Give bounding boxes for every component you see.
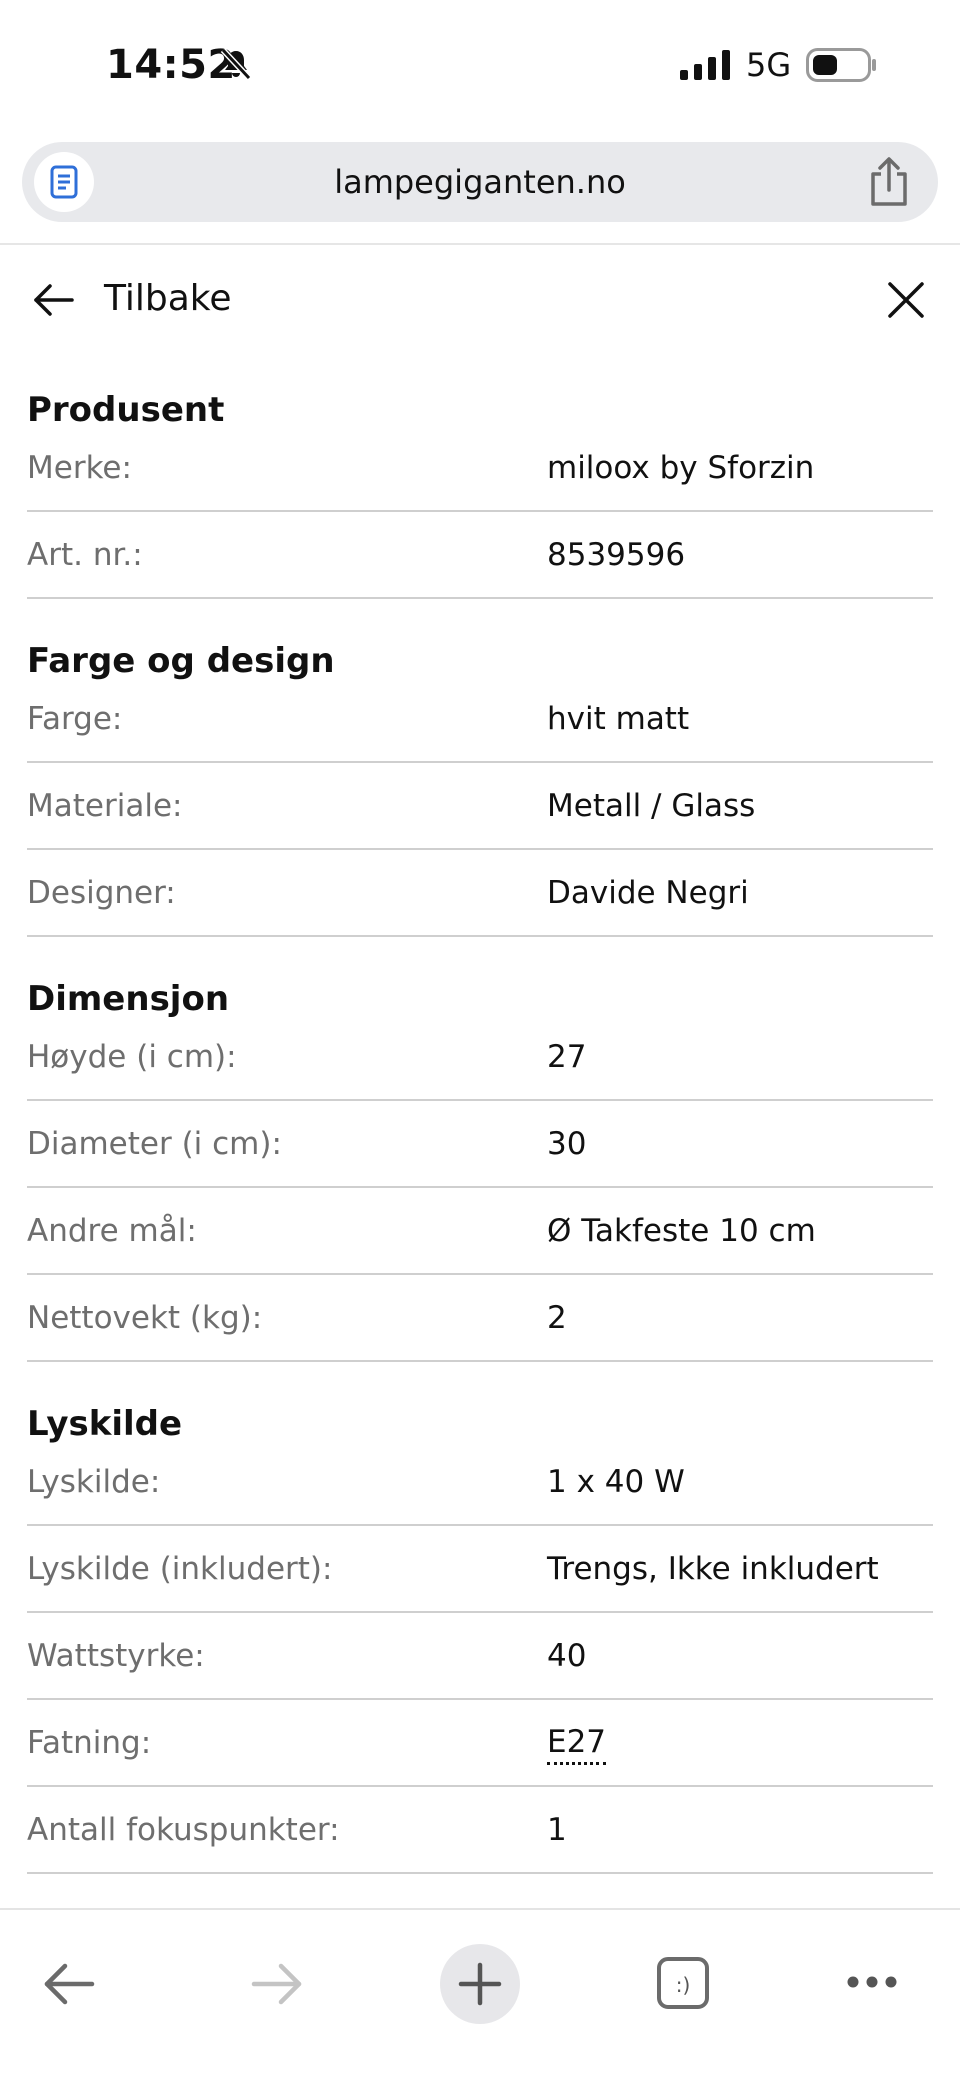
- share-icon[interactable]: [864, 156, 914, 208]
- tabs-icon[interactable]: :): [656, 1956, 710, 2010]
- close-icon[interactable]: [886, 280, 926, 320]
- spec-value: Ø Takfeste 10 cm: [547, 1213, 816, 1249]
- spec-value: 2: [547, 1300, 567, 1336]
- network-label: 5G: [746, 46, 792, 84]
- spec-label: Fatning:: [27, 1725, 152, 1761]
- spec-label: Diameter (i cm):: [27, 1126, 282, 1162]
- spec-label: Antall fokuspunkter:: [27, 1812, 340, 1848]
- spec-label: Art. nr.:: [27, 537, 143, 573]
- browser-toolbar: :): [0, 1908, 960, 2081]
- back-arrow-icon[interactable]: [42, 1960, 98, 2008]
- section-farge-og-design: Farge og design Farge: hvit matt Materia…: [27, 619, 933, 937]
- section-title: Farge og design: [27, 641, 335, 681]
- status-bar: 14:52 5G: [0, 0, 960, 130]
- battery-icon: [806, 48, 876, 82]
- spec-row: Lyskilde: 1 x 40 W: [27, 1464, 933, 1526]
- spec-value: 1 x 40 W: [547, 1464, 685, 1500]
- spec-row: Farge: hvit matt: [27, 701, 933, 763]
- spec-row: Art. nr.: 8539596: [27, 512, 933, 599]
- section-title: Dimensjon: [27, 979, 230, 1019]
- section-title: Produsent: [27, 390, 225, 430]
- spec-row: Fatning: E27: [27, 1700, 933, 1787]
- spec-row: Designer: Davide Negri: [27, 850, 933, 937]
- status-time: 14:52: [106, 42, 236, 88]
- bell-muted-icon: [220, 47, 252, 81]
- specifications-list: Produsent Merke: miloox by Sforzin Art. …: [27, 368, 933, 1874]
- spec-row: Materiale: Metall / Glass: [27, 763, 933, 850]
- spec-value: 40: [547, 1638, 587, 1674]
- page-info-button[interactable]: [34, 152, 94, 212]
- spec-label: Wattstyrke:: [27, 1638, 205, 1674]
- spec-value: Davide Negri: [547, 875, 749, 911]
- spec-label: Andre mål:: [27, 1213, 197, 1249]
- section-title: Lyskilde: [27, 1404, 183, 1444]
- spec-row: Diameter (i cm): 30: [27, 1101, 933, 1188]
- spec-row: Nettovekt (kg): 2: [27, 1275, 933, 1362]
- more-icon[interactable]: [846, 1974, 898, 1990]
- spec-row: Andre mål: Ø Takfeste 10 cm: [27, 1188, 933, 1275]
- section-produsent: Produsent Merke: miloox by Sforzin Art. …: [27, 368, 933, 599]
- section-lyskilde: Lyskilde Lyskilde: 1 x 40 W Lyskilde (in…: [27, 1382, 933, 1874]
- signal-icon: [680, 50, 730, 80]
- spec-value: 8539596: [547, 537, 686, 573]
- back-arrow-icon[interactable]: [32, 280, 76, 320]
- spec-value: 30: [547, 1126, 587, 1162]
- spec-label: Materiale:: [27, 788, 183, 824]
- section-dimensjon: Dimensjon Høyde (i cm): 27 Diameter (i c…: [27, 957, 933, 1362]
- spec-row: Lyskilde (inkludert): Trengs, Ikke inklu…: [27, 1526, 933, 1613]
- tabs-icon-glyph: :): [676, 1973, 691, 1997]
- spec-label: Lyskilde:: [27, 1464, 161, 1500]
- spec-label: Lyskilde (inkludert):: [27, 1551, 333, 1587]
- spec-value: miloox by Sforzin: [547, 450, 815, 486]
- spec-label: Nettovekt (kg):: [27, 1300, 263, 1336]
- divider: [0, 243, 960, 245]
- url-text[interactable]: lampegiganten.no: [22, 142, 938, 222]
- page-icon: [50, 165, 78, 199]
- spec-row: Høyde (i cm): 27: [27, 1039, 933, 1101]
- spec-value: 27: [547, 1039, 587, 1075]
- spec-row: Wattstyrke: 40: [27, 1613, 933, 1700]
- spec-value: Trengs, Ikke inkludert: [547, 1551, 879, 1587]
- spec-value: 1: [547, 1812, 567, 1848]
- spec-label: Høyde (i cm):: [27, 1039, 237, 1075]
- new-tab-button[interactable]: [440, 1944, 520, 2024]
- spec-label: Designer:: [27, 875, 176, 911]
- fatning-link[interactable]: E27: [547, 1724, 607, 1765]
- spec-label: Farge:: [27, 701, 123, 737]
- forward-arrow-icon[interactable]: [248, 1960, 304, 2008]
- spec-value: Metall / Glass: [547, 788, 756, 824]
- plus-icon: [458, 1962, 502, 2006]
- url-bar[interactable]: lampegiganten.no: [22, 142, 938, 222]
- spec-row: Antall fokuspunkter: 1: [27, 1787, 933, 1874]
- back-link[interactable]: Tilbake: [104, 278, 232, 319]
- spec-value: hvit matt: [547, 701, 690, 737]
- spec-row: Merke: miloox by Sforzin: [27, 450, 933, 512]
- spec-label: Merke:: [27, 450, 132, 486]
